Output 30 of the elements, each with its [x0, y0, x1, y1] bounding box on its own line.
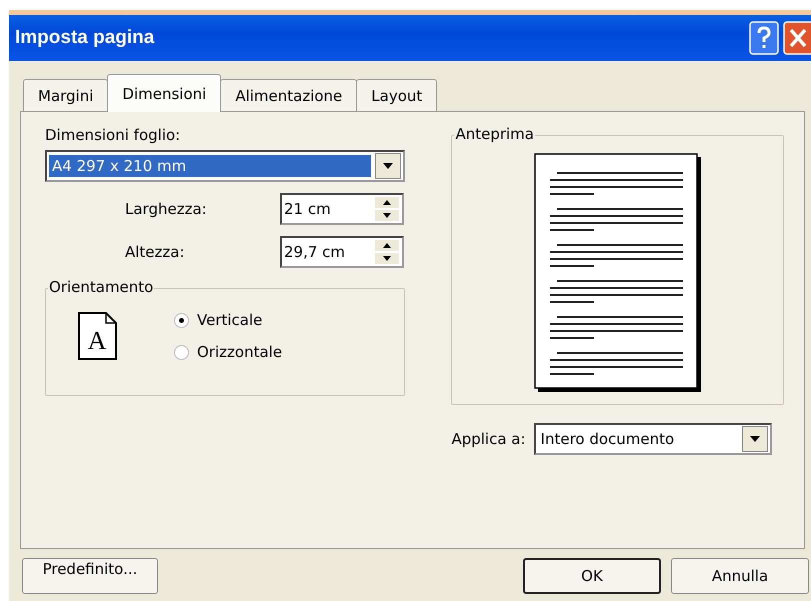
- dialog-button[interactable]: OK: [523, 558, 661, 594]
- orientation-radio[interactable]: Orizzontale: [174, 343, 282, 361]
- help-icon[interactable]: [749, 21, 779, 55]
- dialog-button[interactable]: Predefinito...: [22, 558, 158, 594]
- tab[interactable]: Layout: [356, 79, 438, 111]
- tab[interactable]: Dimensioni: [107, 74, 222, 112]
- apply-to-dropdown[interactable]: Intero documento: [534, 423, 772, 455]
- paper-size-label: Dimensioni foglio:: [45, 126, 182, 144]
- portrait-page-icon: A: [76, 311, 118, 361]
- size-label: Larghezza:: [124, 200, 208, 218]
- size-spin-field[interactable]: 21 cm: [280, 193, 404, 225]
- size-spin-field[interactable]: 29,7 cm: [280, 236, 404, 268]
- spin-arrows-icon[interactable]: [375, 197, 399, 221]
- close-icon[interactable]: [783, 21, 811, 55]
- size-label: Altezza:: [124, 243, 186, 261]
- tab[interactable]: Margini: [23, 79, 108, 111]
- paper-size-dropdown[interactable]: A4 297 x 210 mm: [45, 150, 406, 182]
- apply-to-label: Applica a:: [451, 430, 526, 448]
- tab[interactable]: Alimentazione: [220, 79, 358, 111]
- dropdown-value: A4 297 x 210 mm: [49, 155, 372, 177]
- dropdown-value: Intero documento: [540, 429, 676, 450]
- radio-icon[interactable]: [174, 312, 189, 328]
- window-title: Imposta pagina: [15, 27, 154, 49]
- radio-label: Verticale: [197, 311, 262, 329]
- dialog-button[interactable]: Annulla: [671, 558, 809, 594]
- radio-icon[interactable]: [174, 344, 189, 360]
- orientation-radio[interactable]: Verticale: [174, 311, 282, 329]
- spin-arrows-icon[interactable]: [375, 240, 399, 264]
- group-title: Anteprima: [454, 125, 535, 143]
- radio-label: Orizzontale: [197, 343, 282, 361]
